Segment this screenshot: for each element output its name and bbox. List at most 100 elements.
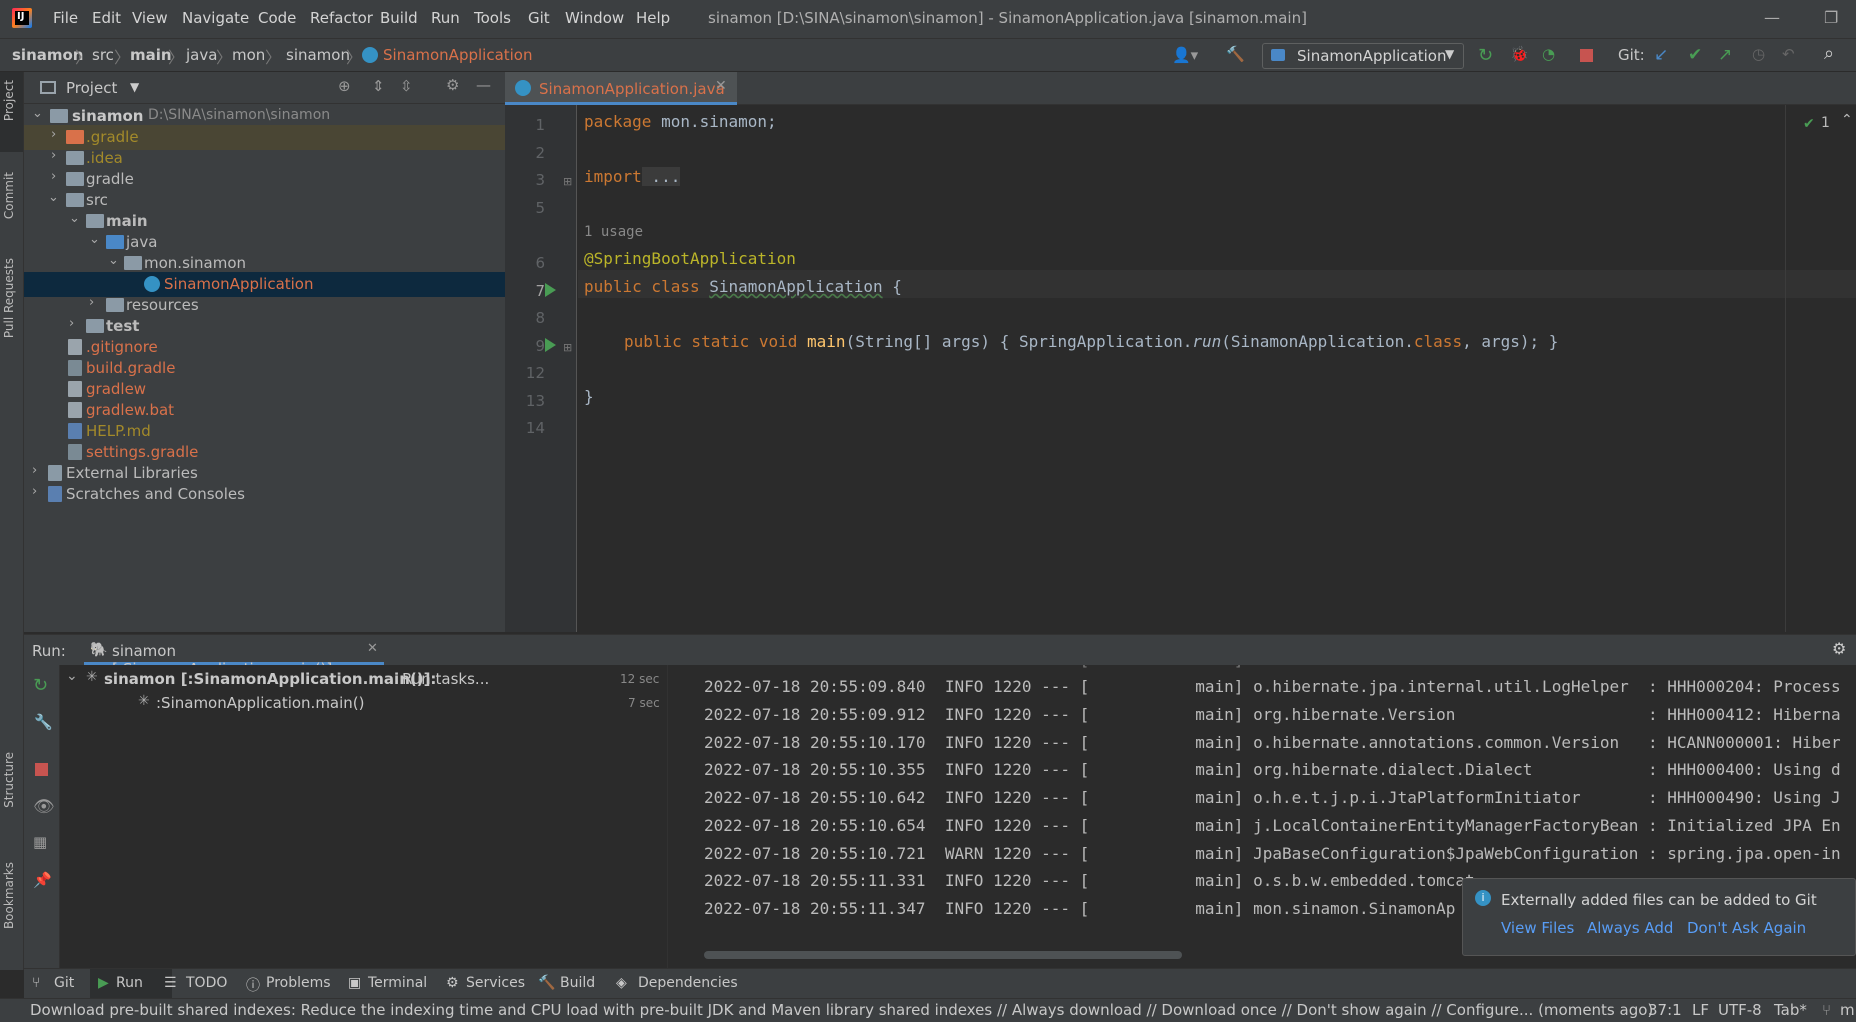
pin-icon[interactable]: 📌 [33,871,52,889]
tree-item-label: External Libraries [66,464,198,482]
menu-edit[interactable]: Edit [92,9,121,27]
run-task-root-suffix: Run tasks... [402,670,490,688]
breadcrumb-main[interactable]: main [130,46,172,64]
chevron-down-icon: ⌄ [69,211,80,226]
chevron-up-icon[interactable]: ⌃ [1841,112,1853,128]
caret-position[interactable]: 37:1 [1648,1001,1682,1019]
file-encoding[interactable]: UTF-8 [1718,1001,1762,1019]
git-update-icon[interactable]: ↙ [1654,45,1668,65]
code-line[interactable]: @SpringBootApplication [584,249,796,268]
always-add-link[interactable]: Always Add [1587,919,1673,937]
git-push-icon[interactable]: ↗ [1718,45,1732,65]
breadcrumb-sinamon[interactable]: sinamon [286,46,350,64]
code-line[interactable]: package mon.sinamon; [584,112,777,131]
horizontal-scrollbar[interactable] [704,951,1182,959]
toolwindow-run[interactable]: ▶ Run [90,969,172,999]
close-icon[interactable]: ✕ [715,78,727,94]
indent-setting[interactable]: Tab* [1774,1001,1807,1019]
run-config-label: SinamonApplication [1297,47,1447,65]
toolwindow-git[interactable]: ⑂ Git [32,969,82,999]
gear-icon[interactable]: ⚙ [1832,639,1846,658]
git-branch[interactable]: m [1840,1001,1855,1019]
tab-structure[interactable]: Structure [2,752,16,808]
restore-icon[interactable]: ❐ [1824,8,1838,27]
stop-icon[interactable] [1580,49,1593,62]
usage-hint[interactable]: 1 usage [584,224,643,240]
menu-navigate[interactable]: Navigate [182,9,249,27]
chevron-down-icon: ▼ [1445,47,1455,61]
menu-help[interactable]: Help [636,9,670,27]
coverage-icon[interactable]: ◔ [1542,45,1555,63]
toolwindow-build[interactable]: 🔨 Build [538,969,608,999]
toolwindow-services[interactable]: ⚙ Services [446,969,536,999]
toolwindow-dependencies[interactable]: ◈ Dependencies [616,969,738,999]
rollback-icon[interactable]: ↶ [1782,45,1795,63]
menu-refactor[interactable]: Refactor [310,9,373,27]
run-tab[interactable]: sinamon [:SinamonApplication.main()] 🐘 ✕ [84,635,384,678]
breadcrumb-src[interactable]: src [92,46,114,64]
layout-icon[interactable]: ▦ [33,833,47,851]
eye-icon[interactable]: 👁 [33,797,55,817]
menu-tools[interactable]: Tools [474,9,511,27]
run-gutter-icon[interactable] [545,283,556,297]
stop-icon[interactable] [35,763,48,776]
breadcrumb-mon[interactable]: mon [232,46,265,64]
wrench-icon[interactable]: 🔧 [34,713,53,731]
fold-icon[interactable]: ⊞ [563,341,572,354]
tab-commit[interactable]: Commit [2,172,16,219]
project-view-label[interactable]: Project [66,79,117,97]
view-files-link[interactable]: View Files [1501,919,1574,937]
rerun-icon[interactable]: ↻ [33,675,48,696]
expand-all-icon[interactable]: ⇕ [372,77,385,95]
menu-git[interactable]: Git [528,9,550,27]
console-line-partial: 2022-07-18 20:55:09.753 INFO 1220 --- [ … [704,665,1282,669]
tree-item-scratches[interactable]: › Scratches and Consoles [24,482,505,507]
fold-icon[interactable]: ⊞ [563,175,572,188]
tab-pull-requests[interactable]: Pull Requests [2,258,16,338]
menu-build[interactable]: Build [380,9,418,27]
inspection-check-icon[interactable]: ✔ [1803,116,1815,132]
toolwindow-terminal[interactable]: ▣ Terminal [348,969,438,999]
run-config-select[interactable]: SinamonApplication ▼ [1262,43,1464,69]
toolwindow-todo[interactable]: ☰ TODO [164,969,244,999]
console-line: 2022-07-18 20:55:11.331 INFO 1220 --- [ … [704,871,1475,890]
editor-tab-active[interactable]: SinamonApplication.java ✕ [505,72,737,105]
toolwindow-problems[interactable]: ⓘ Problems [246,969,346,999]
rerun-icon[interactable]: ↻ [1478,45,1493,66]
breadcrumb-project[interactable]: sinamon [12,46,83,64]
status-message[interactable]: Download pre-built shared indexes: Reduc… [30,1001,1653,1019]
hide-icon[interactable]: — [476,76,491,94]
chevron-down-icon[interactable]: ▼ [130,80,139,94]
menu-view[interactable]: View [132,9,168,27]
code-line[interactable]: public static void main(String[] args) {… [624,332,1558,351]
menu-code[interactable]: Code [258,9,296,27]
search-icon[interactable]: ⌕ [1824,43,1834,64]
breadcrumb-class[interactable]: SinamonApplication [383,46,533,64]
menu-file[interactable]: File [53,9,78,27]
build-hammer-icon[interactable]: 🔨 [1226,45,1245,63]
run-task-root[interactable]: ⌄ ✳ sinamon [:SinamonApplication.main()]… [60,667,668,691]
close-icon[interactable]: ✕ [367,641,378,656]
minimize-icon[interactable]: — [1764,8,1780,27]
debug-icon[interactable]: 🐞 [1510,45,1529,63]
dont-ask-again-link[interactable]: Don't Ask Again [1687,919,1806,937]
menu-run[interactable]: Run [431,9,460,27]
code-line[interactable]: } [584,387,594,406]
collapse-all-icon[interactable]: ⇳ [400,77,413,95]
breadcrumb-java[interactable]: java [186,46,217,64]
run-task-child[interactable]: ✳ :SinamonApplication.main() 7 sec [60,691,668,715]
tab-bookmarks[interactable]: Bookmarks [2,862,16,929]
line-separator[interactable]: LF [1692,1001,1709,1019]
java-class-icon [515,80,531,96]
history-icon[interactable]: ◷ [1752,45,1765,63]
user-icon[interactable]: 👤▾ [1172,46,1198,64]
git-commit-icon[interactable]: ✔ [1688,45,1702,65]
tab-project[interactable]: Project [2,80,16,121]
code-line[interactable]: import ... [584,167,681,186]
code-line[interactable]: public class SinamonApplication { [584,277,902,296]
menu-window[interactable]: Window [565,9,624,27]
run-gutter-icon[interactable] [545,338,556,352]
gear-icon[interactable]: ⚙ [446,76,459,94]
code-token: run [1192,332,1222,351]
locate-icon[interactable]: ⊕ [338,77,351,95]
